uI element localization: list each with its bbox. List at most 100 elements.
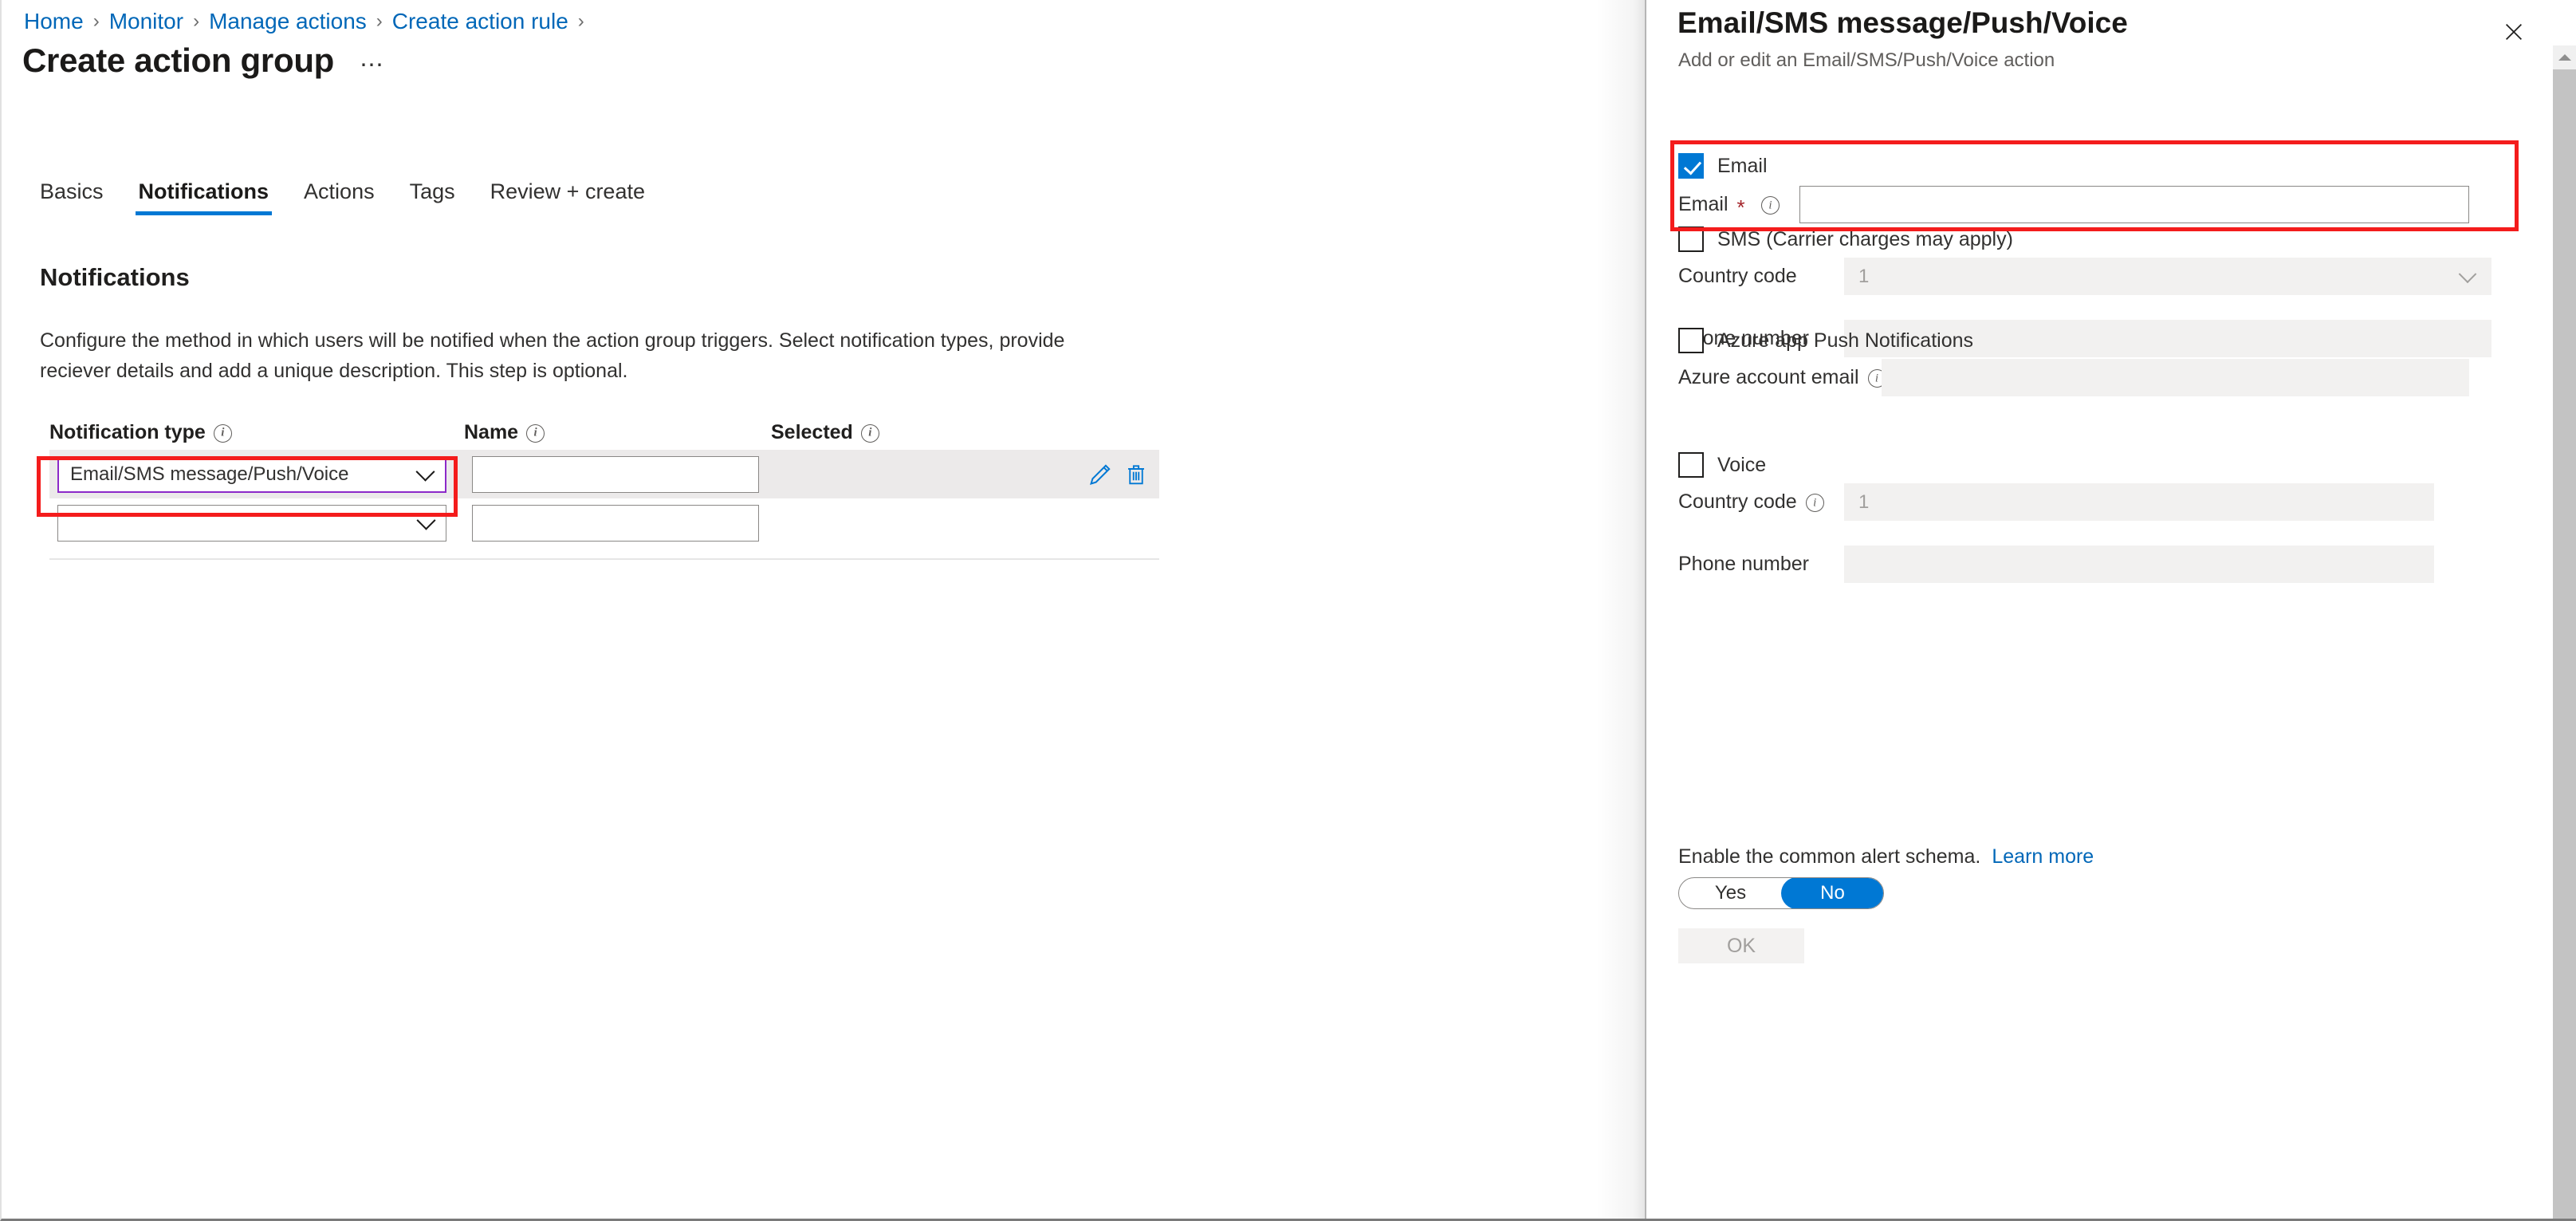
email-field-label: Email * <box>1678 193 1748 219</box>
notifications-table: Notification type Name Selected Email/SM… <box>49 415 1159 547</box>
cell-name <box>472 504 779 542</box>
breadcrumb-separator-icon: › <box>376 10 383 32</box>
push-notifications-checkbox[interactable] <box>1678 328 1704 353</box>
column-header-name: Name <box>464 421 771 444</box>
blade-scrollbar[interactable] <box>2550 0 2576 1219</box>
voice-country-code-value: 1 <box>1858 490 1870 513</box>
push-account-email-row: Azure account email <box>1678 359 2469 396</box>
column-header-selected-label: Selected <box>771 420 853 443</box>
info-icon[interactable] <box>213 423 232 443</box>
voice-country-code-input[interactable]: 1 <box>1844 483 2434 521</box>
email-checkbox-label[interactable]: Email <box>1717 155 1768 178</box>
chevron-down-icon <box>2458 264 2477 283</box>
sms-country-code-value: 1 <box>1858 265 1870 287</box>
info-icon[interactable] <box>1805 494 1824 512</box>
notification-type-select-value: Email/SMS message/Push/Voice <box>70 463 349 485</box>
cell-name <box>472 455 779 493</box>
voice-checkbox-row: Voice <box>1678 452 1766 478</box>
voice-phone-row: Phone number <box>1678 546 2434 583</box>
breadcrumb-separator-icon: › <box>92 10 100 32</box>
learn-more-link[interactable]: Learn more <box>1992 845 2094 868</box>
more-options-icon[interactable]: ⋯ <box>360 53 385 77</box>
pencil-icon[interactable] <box>1087 462 1113 487</box>
cell-notification-type: Email/SMS message/Push/Voice <box>57 455 464 493</box>
email-checkbox[interactable] <box>1678 153 1704 179</box>
tab-review-create[interactable]: Review + create <box>473 179 663 215</box>
toggle-option-yes[interactable]: Yes <box>1679 878 1782 908</box>
tab-basics[interactable]: Basics <box>24 179 121 215</box>
email-input[interactable] <box>1799 186 2469 223</box>
table-row[interactable]: Email/SMS message/Push/Voice <box>49 450 1159 498</box>
breadcrumb-item-monitor[interactable]: Monitor <box>109 9 183 34</box>
chevron-down-icon <box>415 462 435 482</box>
tab-actions[interactable]: Actions <box>286 179 392 215</box>
app-root: Home › Monitor › Manage actions › Create… <box>0 0 2576 1221</box>
sms-checkbox-label[interactable]: SMS (Carrier charges may apply) <box>1717 228 2013 251</box>
breadcrumb-separator-icon: › <box>193 10 200 32</box>
section-heading: Notifications <box>40 263 190 291</box>
push-notifications-checkbox-label[interactable]: Azure app Push Notifications <box>1717 329 1973 353</box>
table-bottom-divider <box>49 558 1159 560</box>
common-alert-schema-row: Enable the common alert schema. Learn mor… <box>1678 845 2094 868</box>
page-title: Create action group <box>22 41 335 79</box>
column-header-notification-type: Notification type <box>49 421 464 444</box>
trash-icon[interactable] <box>1124 462 1148 487</box>
common-alert-schema-label: Enable the common alert schema. <box>1678 845 1981 868</box>
blade-body: Email Email * SMS (Carrier charges may a… <box>1646 83 2538 1219</box>
email-checkbox-row: Email <box>1678 153 1768 179</box>
required-marker: * <box>1736 195 1745 219</box>
push-account-email-input[interactable] <box>1882 359 2469 396</box>
toggle-option-no[interactable]: No <box>1781 878 1883 908</box>
voice-checkbox-label[interactable]: Voice <box>1717 454 1766 477</box>
name-input[interactable] <box>472 455 759 493</box>
tab-notifications[interactable]: Notifications <box>121 179 287 215</box>
tab-tags[interactable]: Tags <box>392 179 473 215</box>
sms-checkbox[interactable] <box>1678 226 1704 252</box>
blade-title: Email/SMS message/Push/Voice <box>1677 6 2128 39</box>
breadcrumb-item-manage-actions[interactable]: Manage actions <box>209 9 367 34</box>
close-icon[interactable] <box>2496 14 2531 49</box>
voice-phone-label: Phone number <box>1678 553 1810 575</box>
scrollbar-thumb[interactable] <box>2553 69 2576 1219</box>
voice-country-code-label-text: Country code <box>1678 490 1797 513</box>
info-icon[interactable] <box>1761 196 1780 215</box>
section-description: Configure the method in which users will… <box>40 329 1065 382</box>
breadcrumb-separator-icon: › <box>577 10 584 32</box>
info-icon[interactable] <box>860 423 879 443</box>
sms-country-code-label: Country code <box>1678 265 1797 287</box>
voice-country-code-row: Country code 1 <box>1678 483 2434 521</box>
voice-country-code-label: Country code <box>1678 490 1824 514</box>
cell-selected <box>779 462 1159 487</box>
name-input[interactable] <box>472 504 759 542</box>
tab-bar: Basics Notifications Actions Tags Review… <box>24 179 663 215</box>
push-checkbox-row: Azure app Push Notifications <box>1678 328 1973 353</box>
breadcrumb-item-create-action-rule[interactable]: Create action rule <box>392 9 568 34</box>
notification-type-select[interactable]: Email/SMS message/Push/Voice <box>57 455 446 493</box>
breadcrumb: Home › Monitor › Manage actions › Create… <box>24 9 594 34</box>
column-header-selected: Selected <box>771 421 1159 444</box>
main-content-pane: Home › Monitor › Manage actions › Create… <box>2 0 1645 1219</box>
page-title-row: Create action group ⋯ <box>22 44 385 77</box>
ok-button[interactable]: OK <box>1678 928 1804 963</box>
column-header-notification-type-label: Notification type <box>49 420 206 443</box>
notification-type-select[interactable] <box>57 504 446 542</box>
scroll-up-icon[interactable] <box>2553 45 2576 69</box>
common-alert-schema-toggle[interactable]: Yes No <box>1678 877 1884 909</box>
email-field-row: Email * <box>1678 186 2469 223</box>
sms-country-code-row: Country code 1 <box>1678 258 2491 295</box>
table-header-row: Notification type Name Selected <box>49 415 1159 450</box>
email-sms-push-voice-blade: Email/SMS message/Push/Voice Add or edit… <box>1646 0 2576 1219</box>
table-row[interactable] <box>49 498 1159 547</box>
column-header-name-label: Name <box>464 420 519 443</box>
cell-notification-type <box>57 504 464 542</box>
sms-country-code-select[interactable]: 1 <box>1844 258 2491 295</box>
push-account-email-label-text: Azure account email <box>1678 366 1859 388</box>
blade-subtitle: Add or edit an Email/SMS/Push/Voice acti… <box>1678 49 2055 71</box>
email-field-label-text: Email <box>1678 193 1728 215</box>
info-icon[interactable] <box>526 423 545 443</box>
breadcrumb-item-home[interactable]: Home <box>24 9 84 34</box>
sms-checkbox-row: SMS (Carrier charges may apply) <box>1678 226 2013 252</box>
voice-checkbox[interactable] <box>1678 452 1704 478</box>
push-account-email-label: Azure account email <box>1678 366 1886 389</box>
voice-phone-input[interactable] <box>1844 546 2434 583</box>
